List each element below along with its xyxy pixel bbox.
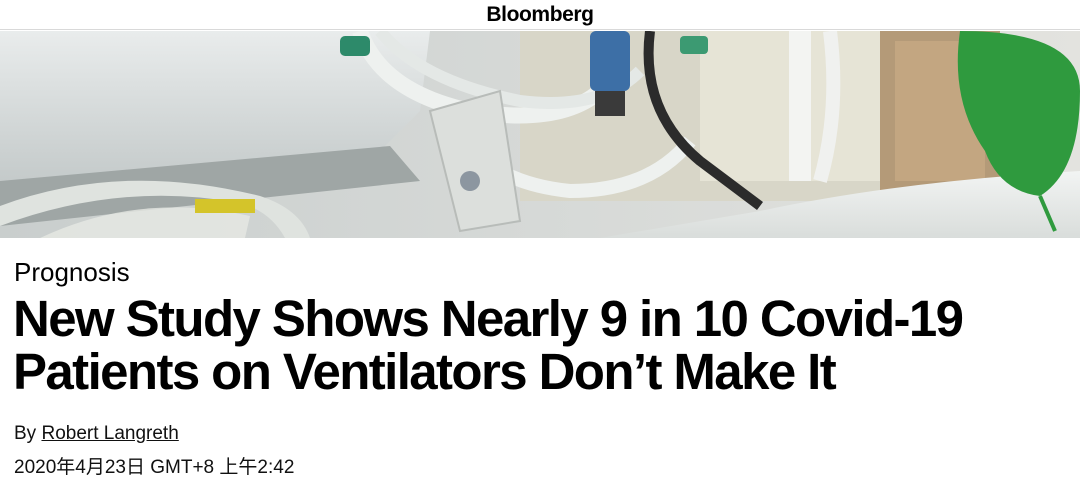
masthead: Bloomberg bbox=[0, 0, 1080, 30]
byline: By Robert Langreth bbox=[14, 423, 179, 445]
bloomberg-logo[interactable]: Bloomberg bbox=[486, 3, 594, 27]
headline-line-2: Patients on Ventilators Don’t Make It bbox=[13, 343, 837, 400]
publish-timestamp: 2020年4月23日 GMT+8 上午2:42 bbox=[14, 457, 295, 478]
author-link[interactable]: Robert Langreth bbox=[41, 423, 178, 444]
byline-prefix: By bbox=[14, 423, 37, 444]
headline-line-1: New Study Shows Nearly 9 in 10 Covid-19 bbox=[13, 290, 964, 347]
hero-image bbox=[0, 31, 1080, 238]
article-headline: New Study Shows Nearly 9 in 10 Covid-19 … bbox=[13, 292, 1073, 398]
section-kicker-link[interactable]: Prognosis bbox=[14, 257, 130, 288]
